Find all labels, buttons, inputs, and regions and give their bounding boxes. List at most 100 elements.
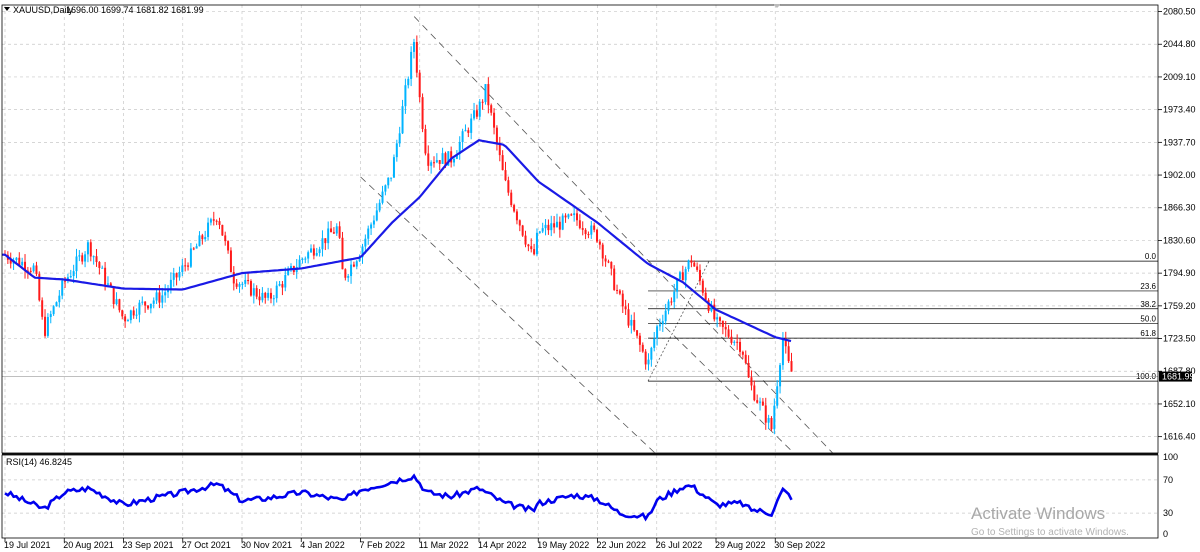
candle-body xyxy=(621,293,624,307)
candle-body xyxy=(204,236,207,240)
candle-body xyxy=(398,133,401,144)
candle-body xyxy=(212,219,215,221)
candle-body xyxy=(192,248,195,250)
candle-body xyxy=(387,177,390,186)
candle-body xyxy=(232,272,235,284)
scroll-marker-icon xyxy=(773,4,781,8)
fibonacci-retracement: 0.023.638.250.061.8100.0 xyxy=(2,252,1158,382)
time-tick-label: 4 Jan 2022 xyxy=(300,540,345,550)
channel-line xyxy=(656,318,795,454)
rsi-tick-label: 30 xyxy=(1163,508,1173,518)
candle-body xyxy=(418,72,421,98)
candle-body xyxy=(407,78,410,86)
candle-body xyxy=(773,405,776,430)
candle-body xyxy=(490,105,493,113)
candle-body xyxy=(495,127,498,144)
candle-body xyxy=(272,298,275,300)
candle-body xyxy=(115,299,118,305)
candle-body xyxy=(364,238,367,247)
svg-text:Activate Windows: Activate Windows xyxy=(971,504,1105,523)
candle-body xyxy=(141,301,144,303)
candle-body xyxy=(433,162,435,164)
price-tick-label: 1652.10 xyxy=(1163,399,1196,409)
candle-body xyxy=(618,290,621,294)
candle-body xyxy=(370,224,373,229)
candle-body xyxy=(739,341,742,352)
candle-body xyxy=(401,106,404,134)
time-tick-label: 29 Aug 2022 xyxy=(715,540,766,550)
candle-body xyxy=(787,346,790,362)
candle-body xyxy=(372,220,375,225)
candle-body xyxy=(35,265,38,275)
chart-grid xyxy=(2,5,1158,538)
candle-body xyxy=(573,213,576,216)
candle-body xyxy=(415,42,418,73)
candle-body xyxy=(427,153,430,166)
candle-body xyxy=(667,301,670,311)
candle-body xyxy=(381,191,384,203)
price-tick-label: 1830.60 xyxy=(1163,235,1196,245)
candle-body xyxy=(267,292,270,298)
candle-body xyxy=(527,244,530,247)
candlestick-series xyxy=(4,35,793,435)
candle-body xyxy=(318,249,321,254)
symbol-label: XAUUSD,Daily xyxy=(13,5,74,15)
candle-body xyxy=(181,265,184,272)
candle-body xyxy=(653,338,656,348)
candle-body xyxy=(301,258,304,260)
candle-body xyxy=(521,225,524,236)
candle-body xyxy=(547,224,550,231)
chart-header: XAUUSD,Daily 1696.00 1699.74 1681.82 168… xyxy=(4,5,204,15)
candle-body xyxy=(764,405,767,423)
candle-body xyxy=(104,267,107,285)
candle-body xyxy=(147,305,149,309)
candle-body xyxy=(15,257,18,261)
price-tick-label: 1723.50 xyxy=(1163,334,1196,344)
candle-body xyxy=(633,319,636,331)
candle-body xyxy=(241,283,244,285)
candle-body xyxy=(44,316,47,336)
candle-body xyxy=(598,241,601,245)
dropdown-triangle-icon[interactable] xyxy=(4,7,10,11)
candle-body xyxy=(72,271,75,277)
channel-line xyxy=(360,176,656,454)
candle-body xyxy=(261,292,264,301)
candle-body xyxy=(736,341,739,343)
candle-body xyxy=(46,317,49,336)
time-tick-label: 14 Apr 2022 xyxy=(478,540,527,550)
candle-body xyxy=(767,417,770,423)
candle-body xyxy=(770,417,773,430)
candle-body xyxy=(98,262,101,268)
time-tick-label: 23 Sep 2021 xyxy=(123,540,174,550)
candle-body xyxy=(776,386,779,406)
candle-body xyxy=(587,234,590,236)
candle-body xyxy=(481,101,484,103)
time-axis: 19 Jul 2021 20 Aug 2021 23 Sep 2021 27 Oct … xyxy=(4,538,825,550)
candle-body xyxy=(235,283,238,287)
candle-body xyxy=(350,264,353,277)
candle-body xyxy=(335,226,338,234)
candle-body xyxy=(224,235,227,242)
candle-body xyxy=(201,235,204,240)
candle-body xyxy=(727,329,730,337)
candle-body xyxy=(69,276,72,278)
time-tick-label: 19 May 2022 xyxy=(537,540,589,550)
candle-body xyxy=(747,362,750,378)
candle-body xyxy=(564,215,567,218)
candle-body xyxy=(504,170,507,181)
candle-body xyxy=(678,272,681,279)
candle-body xyxy=(719,317,721,321)
candle-body xyxy=(21,261,24,266)
candle-body xyxy=(638,335,641,345)
candle-body xyxy=(676,278,679,292)
candle-body xyxy=(515,211,518,221)
candle-body xyxy=(744,354,747,363)
time-tick-label: 30 Sep 2022 xyxy=(774,540,825,550)
candle-body xyxy=(530,246,533,250)
rsi-tick-label: 100 xyxy=(1163,452,1178,462)
price-tick-label: 1866.30 xyxy=(1163,203,1196,213)
candle-body xyxy=(581,228,584,230)
xauusd-chart[interactable]: 0.023.638.250.061.8100.0 2080.502044.802… xyxy=(0,0,1200,552)
candle-body xyxy=(513,205,516,212)
candle-body xyxy=(475,110,478,117)
